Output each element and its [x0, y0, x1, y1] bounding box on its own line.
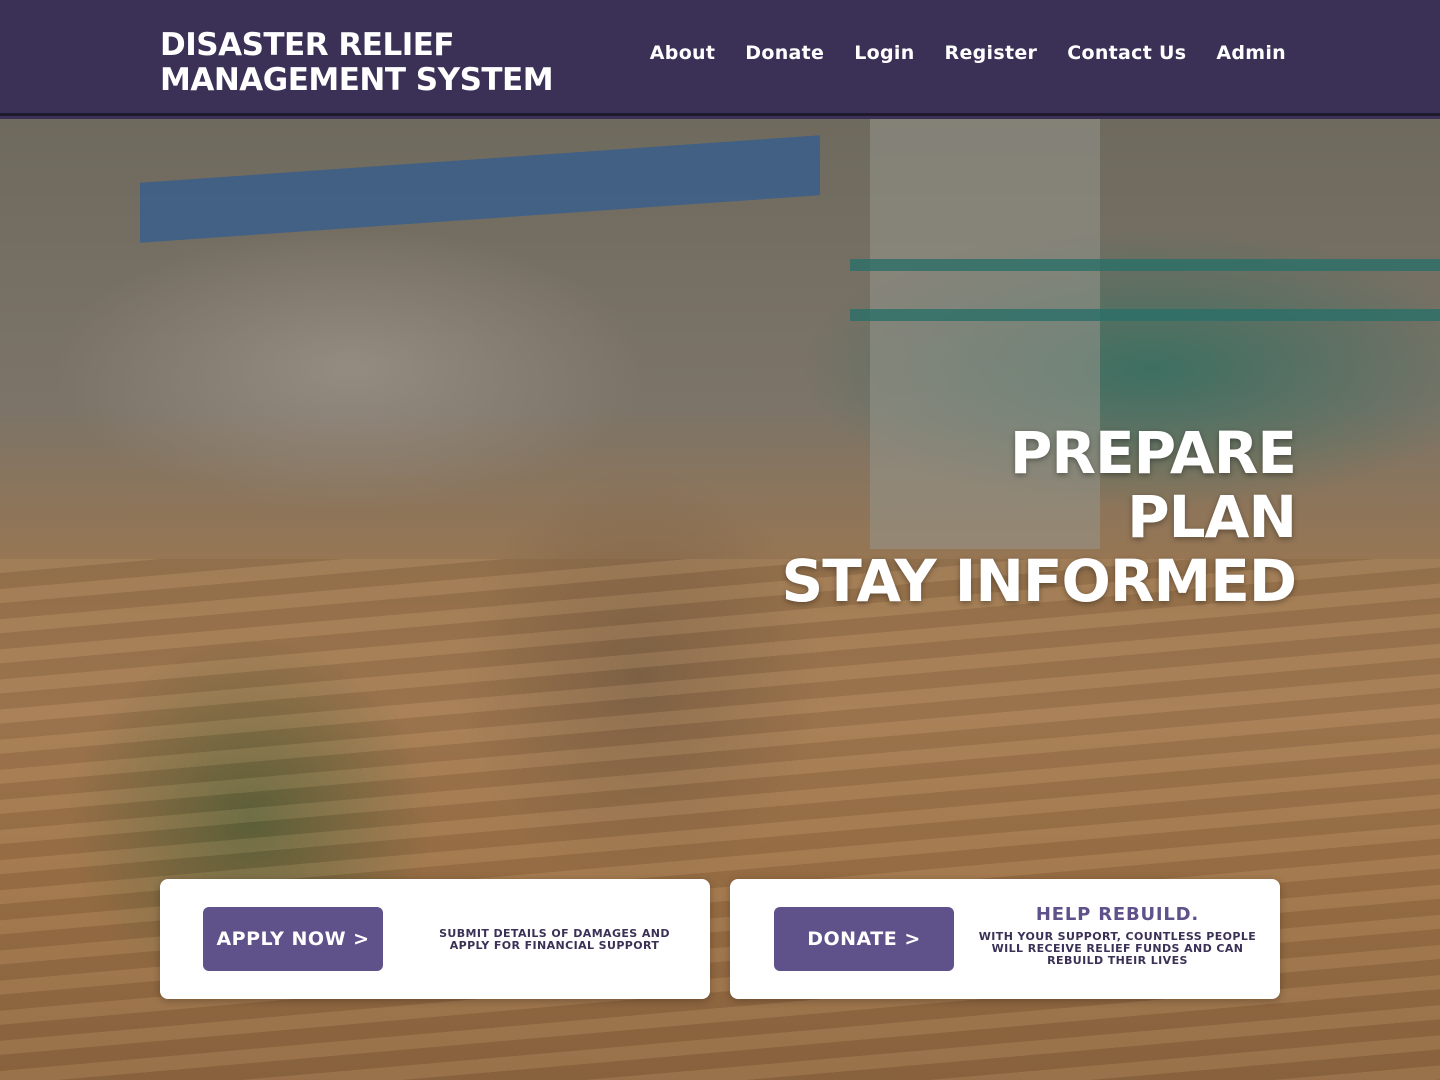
nav-about[interactable]: About — [650, 42, 715, 64]
apply-description: SUBMIT DETAILS OF DAMAGES AND APPLY FOR … — [439, 927, 670, 952]
apply-card: APPLY NOW > SUBMIT DETAILS OF DAMAGES AN… — [160, 879, 710, 999]
nav-admin[interactable]: Admin — [1216, 42, 1286, 64]
hero-photo-roof — [140, 135, 820, 243]
brand-line-2: MANAGEMENT SYSTEM — [160, 62, 554, 98]
donate-heading: HELP REBUILD. — [1035, 904, 1200, 925]
main-nav: About Donate Login Register Contact Us A… — [650, 42, 1286, 64]
hero-photo-railing — [850, 259, 1440, 271]
donate-card: DONATE > HELP REBUILD. WITH YOUR SUPPORT… — [730, 879, 1280, 999]
apply-now-button[interactable]: APPLY NOW > — [203, 907, 383, 971]
tagline-line-2: PLAN — [1127, 483, 1297, 551]
donate-button[interactable]: DONATE > — [774, 907, 954, 971]
tagline-line-1: PREPARE — [1009, 419, 1297, 487]
tagline-line-3: STAY INFORMED — [781, 547, 1297, 615]
hero-banner-image: PREPARE PLAN STAY INFORMED APPLY NOW > S… — [0, 119, 1440, 1080]
donate-description: WITH YOUR SUPPORT, COUNTLESS PEOPLE WILL… — [978, 930, 1257, 967]
brand-line-1: DISASTER RELIEF — [160, 27, 455, 63]
nav-login[interactable]: Login — [854, 42, 914, 64]
nav-contact-us[interactable]: Contact Us — [1067, 42, 1186, 64]
hero-tagline: PREPARE PLAN STAY INFORMED — [781, 419, 1297, 615]
nav-register[interactable]: Register — [945, 42, 1038, 64]
hero-photo-floodwater — [0, 559, 1440, 1080]
nav-donate[interactable]: Donate — [745, 42, 824, 64]
top-navbar: DISASTER RELIEF MANAGEMENT SYSTEM About … — [0, 0, 1440, 116]
hero-photo-railing — [850, 309, 1440, 321]
site-logo-title[interactable]: DISASTER RELIEF MANAGEMENT SYSTEM — [160, 27, 554, 98]
